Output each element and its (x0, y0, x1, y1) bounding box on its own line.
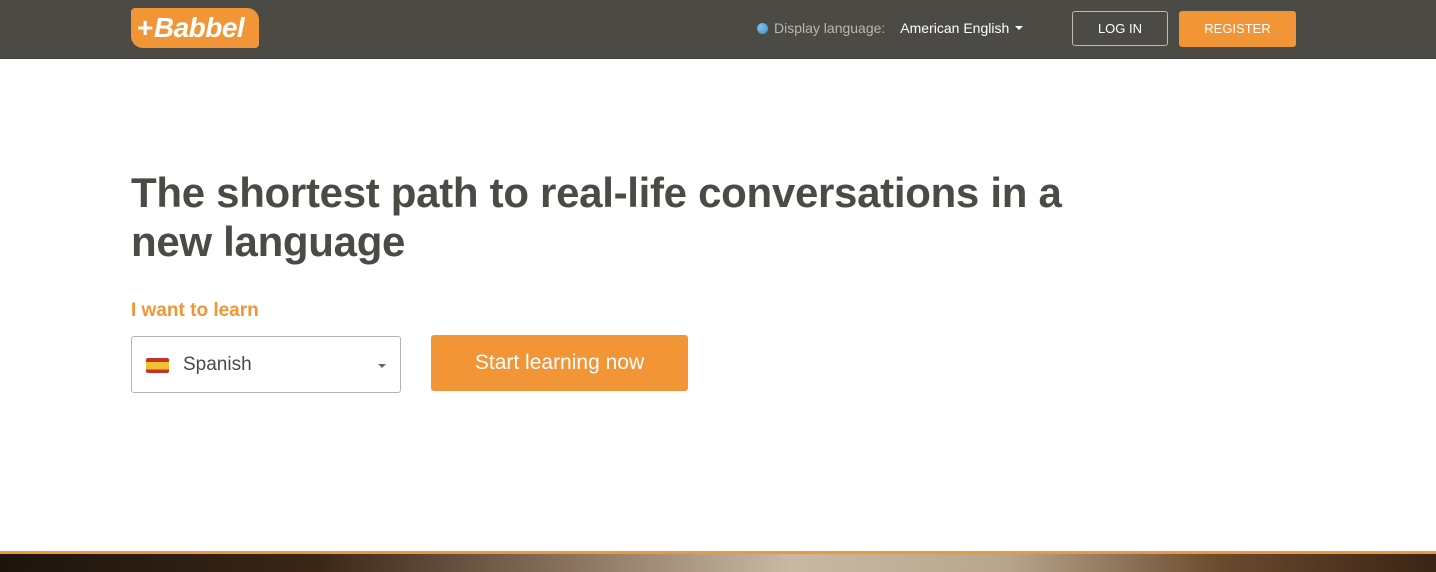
spain-flag-icon (146, 358, 169, 373)
language-select-value: Spanish (183, 354, 252, 375)
chevron-down-icon (378, 364, 386, 368)
register-button[interactable]: REGISTER (1179, 11, 1296, 47)
display-language-label: Display language: (774, 20, 886, 36)
top-navigation-bar: +Babbel Display language: American Engli… (0, 0, 1436, 59)
display-language-selector[interactable]: Display language: American English (757, 17, 1024, 39)
globe-icon (757, 22, 768, 34)
babbel-logo[interactable]: +Babbel (131, 8, 259, 48)
language-select[interactable]: Spanish (131, 336, 401, 393)
page-headline: The shortest path to real-life conversat… (131, 169, 1062, 265)
display-language-value[interactable]: American English (900, 20, 1009, 36)
hero-background-image (0, 554, 1436, 572)
learn-language-label: I want to learn (131, 300, 259, 321)
chevron-down-icon[interactable] (1015, 26, 1024, 30)
logo-text: Babbel (153, 12, 245, 43)
login-button[interactable]: LOG IN (1072, 11, 1168, 46)
start-learning-button[interactable]: Start learning now (431, 335, 688, 391)
logo-plus: + (137, 12, 153, 43)
